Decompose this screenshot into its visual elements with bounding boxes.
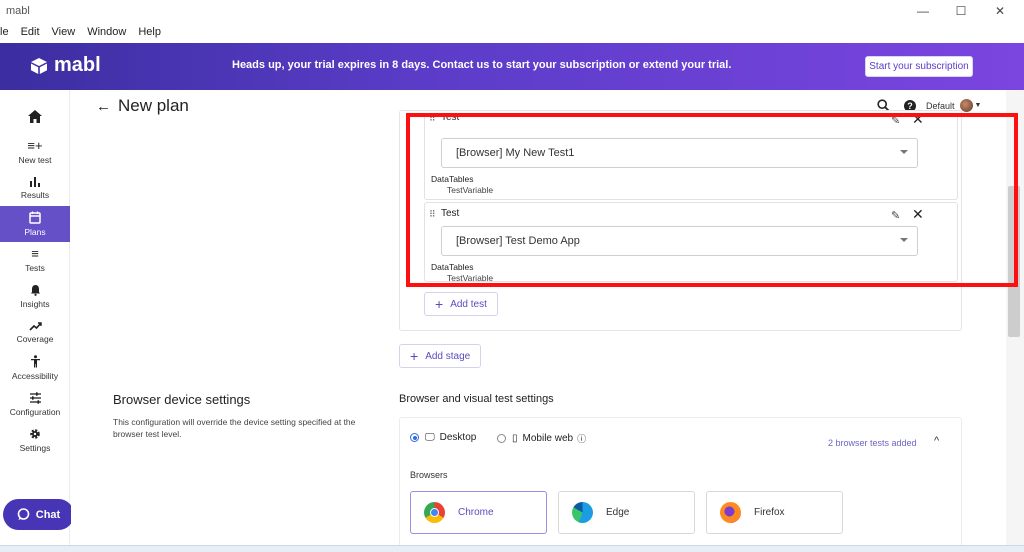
sidebar-item-label: Plans bbox=[24, 227, 46, 237]
desktop-radio[interactable]: 🖵 Desktop bbox=[410, 432, 476, 443]
taskbar bbox=[0, 545, 1024, 552]
plus-icon: + bbox=[410, 348, 419, 364]
firefox-label: Firefox bbox=[754, 507, 785, 518]
avatar[interactable] bbox=[959, 99, 973, 112]
plus-icon: + bbox=[435, 296, 444, 312]
browsers-label: Browsers bbox=[410, 470, 448, 480]
mobile-web-radio[interactable]: ▯ Mobile web ⓘ bbox=[497, 432, 586, 445]
radio-unselected-icon bbox=[497, 434, 506, 443]
sidebar-item-home[interactable] bbox=[0, 98, 70, 134]
workspace-name[interactable]: Default bbox=[926, 101, 955, 111]
chrome-option[interactable]: Chrome bbox=[410, 491, 547, 534]
browser-visual-settings-title: Browser and visual test settings bbox=[399, 393, 554, 405]
window-title: mabl bbox=[6, 5, 30, 17]
menu-edit[interactable]: Edit bbox=[21, 26, 40, 38]
sidebar-item-label: Insights bbox=[20, 298, 50, 309]
new-test-icon: ≡+ bbox=[27, 138, 43, 153]
sidebar-item-settings[interactable]: Settings bbox=[0, 422, 70, 458]
logo-text: mabl bbox=[54, 54, 101, 76]
logo-cube-icon bbox=[31, 57, 47, 74]
bell-icon bbox=[30, 284, 40, 296]
plans-icon bbox=[29, 211, 41, 224]
firefox-option[interactable]: Firefox bbox=[706, 491, 843, 534]
sidebar-item-configuration[interactable]: Configuration bbox=[0, 386, 70, 422]
accessibility-icon bbox=[30, 355, 40, 368]
mobile-web-label: Mobile web bbox=[522, 433, 574, 444]
trend-icon bbox=[28, 321, 42, 331]
add-stage-button[interactable]: + Add stage bbox=[399, 344, 482, 368]
add-stage-label: Add stage bbox=[425, 350, 471, 362]
sidebar-item-plans[interactable]: Plans bbox=[0, 206, 70, 242]
edge-icon bbox=[572, 502, 593, 523]
sidebar-item-insights[interactable]: Insights bbox=[0, 278, 70, 314]
help-icon[interactable]: ⓘ bbox=[577, 432, 586, 445]
back-arrow-icon[interactable]: ← bbox=[96, 98, 111, 115]
sidebar-item-label: Tests bbox=[25, 263, 45, 273]
sidebar-item-new-test[interactable]: ≡+ New test bbox=[0, 134, 70, 170]
sidebar-item-results[interactable]: Results bbox=[0, 170, 70, 206]
sliders-icon bbox=[29, 391, 41, 404]
mabl-logo[interactable]: mabl bbox=[30, 54, 101, 77]
chrome-label: Chrome bbox=[458, 507, 494, 518]
chat-label: Chat bbox=[35, 508, 61, 521]
trial-message: Heads up, your trial expires in 8 days. … bbox=[232, 59, 732, 71]
menu-view[interactable]: View bbox=[52, 26, 76, 38]
browser-device-settings-title: Browser device settings bbox=[113, 392, 251, 407]
title-bar: mabl — ☐ ✕ bbox=[0, 0, 1024, 22]
sidebar-item-label: Results bbox=[20, 190, 50, 200]
sidebar-item-label: New test bbox=[18, 155, 52, 165]
home-icon bbox=[28, 109, 42, 123]
minimize-button[interactable]: — bbox=[903, 0, 943, 22]
add-test-label: Add test bbox=[450, 298, 487, 310]
menu-file[interactable]: le bbox=[0, 26, 9, 38]
tests-icon: ≡ bbox=[31, 246, 39, 261]
sidebar-item-label: Coverage bbox=[16, 333, 54, 344]
gear-icon bbox=[30, 428, 40, 439]
browser-settings-card: 🖵 Desktop ▯ Mobile web ⓘ 2 browser tests… bbox=[399, 417, 962, 545]
menu-bar: le Edit View Window Help bbox=[0, 22, 1024, 42]
sidebar-item-coverage[interactable]: Coverage bbox=[0, 314, 70, 350]
mobile-icon: ▯ bbox=[512, 433, 518, 444]
sidebar-item-label: Accessibility bbox=[11, 371, 59, 381]
results-icon bbox=[30, 177, 40, 187]
edge-option[interactable]: Edge bbox=[558, 491, 695, 534]
sidebar-item-label: Settings bbox=[19, 442, 51, 453]
trial-banner: mabl Heads up, your trial expires in 8 d… bbox=[0, 43, 1024, 90]
maximize-button[interactable]: ☐ bbox=[941, 0, 981, 22]
chevron-up-icon[interactable]: ^ bbox=[934, 435, 939, 447]
highlight-box bbox=[406, 113, 1018, 287]
edge-label: Edge bbox=[606, 507, 630, 518]
chat-button[interactable]: Chat bbox=[3, 499, 74, 530]
sidebar: ≡+ New test Results Plans ≡ Tests Insigh… bbox=[0, 90, 70, 552]
browser-device-settings-description: This configuration will override the dev… bbox=[113, 417, 356, 439]
desktop-icon: 🖵 bbox=[425, 432, 435, 443]
page-title: New plan bbox=[118, 96, 189, 115]
sidebar-item-tests[interactable]: ≡ Tests bbox=[0, 242, 70, 278]
start-subscription-button[interactable]: Start your subscription bbox=[865, 56, 973, 77]
firefox-icon bbox=[720, 502, 741, 523]
chrome-icon bbox=[424, 502, 445, 523]
browser-tests-added: 2 browser tests added bbox=[828, 438, 917, 448]
chevron-down-icon[interactable]: ▼ bbox=[975, 102, 982, 109]
desktop-label: Desktop bbox=[439, 432, 477, 443]
menu-window[interactable]: Window bbox=[87, 26, 126, 38]
close-window-button[interactable]: ✕ bbox=[980, 0, 1020, 22]
sidebar-item-accessibility[interactable]: Accessibility bbox=[0, 350, 70, 386]
chat-bubble-icon bbox=[17, 508, 30, 520]
add-test-button[interactable]: + Add test bbox=[424, 292, 498, 316]
radio-selected-icon bbox=[410, 433, 419, 442]
sidebar-item-label: Configuration bbox=[9, 406, 61, 417]
menu-help[interactable]: Help bbox=[138, 26, 161, 38]
